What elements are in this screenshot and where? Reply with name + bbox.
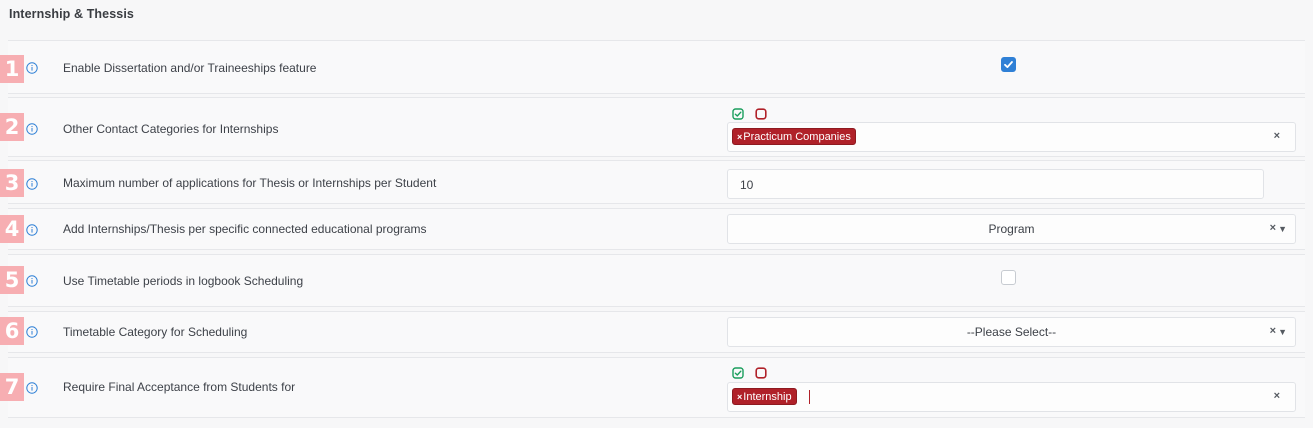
selected-tag[interactable]: ×Internship bbox=[732, 388, 797, 405]
internship-thesis-settings-panel: Internship & Thessis 1 Enable Dissertati… bbox=[0, 0, 1313, 428]
setting-label: Use Timetable periods in logbook Schedul… bbox=[63, 274, 304, 288]
row-number-badge: 2 bbox=[0, 113, 24, 141]
text-cursor bbox=[809, 390, 810, 404]
program-select[interactable]: Program × ▼ bbox=[727, 214, 1296, 244]
setting-label: Timetable Category for Scheduling bbox=[63, 325, 248, 339]
info-icon[interactable] bbox=[26, 325, 38, 338]
setting-row-educational-programs: 4 Add Internships/Thesis per specific co… bbox=[0, 208, 1305, 250]
selected-value: Program bbox=[988, 222, 1035, 236]
enable-dissertation-checkbox[interactable] bbox=[1001, 57, 1016, 72]
deselect-all-icon[interactable] bbox=[755, 366, 768, 379]
chevron-down-icon[interactable]: ▼ bbox=[1278, 327, 1287, 337]
row-number-badge: 3 bbox=[0, 169, 24, 197]
checkmark-icon bbox=[1004, 61, 1013, 68]
max-applications-input[interactable]: 10 bbox=[727, 169, 1264, 199]
clear-icon[interactable]: × bbox=[1274, 390, 1280, 402]
other-contact-categories-multiselect[interactable]: ×Practicum Companies × bbox=[727, 122, 1296, 152]
tag-remove-icon[interactable]: × bbox=[737, 132, 742, 142]
info-icon[interactable] bbox=[26, 177, 38, 190]
select-all-icon[interactable] bbox=[732, 107, 744, 120]
input-value: 10 bbox=[740, 178, 754, 192]
setting-label: Maximum number of applications for Thesi… bbox=[63, 176, 437, 190]
timetable-periods-checkbox[interactable] bbox=[1001, 270, 1016, 285]
tag-remove-icon[interactable]: × bbox=[737, 392, 742, 402]
setting-row-timetable-category: 6 Timetable Category for Scheduling --Pl… bbox=[0, 311, 1305, 353]
row-number-badge: 1 bbox=[0, 55, 24, 83]
selected-value: --Please Select-- bbox=[966, 325, 1057, 339]
row-number-badge: 4 bbox=[0, 215, 24, 243]
setting-row-max-applications: 3 Maximum number of applications for The… bbox=[0, 160, 1305, 204]
setting-label: Other Contact Categories for Internships bbox=[63, 122, 279, 136]
tag-label: Practicum Companies bbox=[743, 131, 851, 143]
setting-row-enable-dissertation: 1 Enable Dissertation and/or Traineeship… bbox=[0, 40, 1305, 94]
final-acceptance-multiselect[interactable]: ×Internship × bbox=[727, 382, 1296, 412]
deselect-all-icon[interactable] bbox=[755, 107, 768, 120]
chevron-down-icon[interactable]: ▼ bbox=[1278, 224, 1287, 234]
row-number-badge: 7 bbox=[0, 373, 24, 401]
select-all-icon[interactable] bbox=[732, 366, 744, 379]
section-title: Internship & Thessis bbox=[9, 7, 134, 21]
row-number-badge: 5 bbox=[0, 266, 24, 294]
timetable-category-select[interactable]: --Please Select-- × ▼ bbox=[727, 317, 1296, 347]
info-icon[interactable] bbox=[26, 381, 38, 394]
selected-tag[interactable]: ×Practicum Companies bbox=[732, 128, 856, 145]
clear-icon[interactable]: × bbox=[1270, 325, 1276, 337]
clear-icon[interactable]: × bbox=[1270, 222, 1276, 234]
setting-row-final-acceptance: 7 Require Final Acceptance from Students… bbox=[0, 357, 1305, 418]
multiselect-actions bbox=[732, 107, 774, 121]
setting-row-timetable-periods: 5 Use Timetable periods in logbook Sched… bbox=[0, 254, 1305, 307]
info-icon[interactable] bbox=[26, 223, 38, 236]
multiselect-actions bbox=[732, 366, 774, 380]
setting-label: Add Internships/Thesis per specific conn… bbox=[63, 222, 427, 236]
clear-icon[interactable]: × bbox=[1274, 130, 1280, 142]
setting-label: Enable Dissertation and/or Traineeships … bbox=[63, 61, 317, 75]
info-icon[interactable] bbox=[26, 274, 38, 287]
tag-label: Internship bbox=[743, 391, 792, 403]
setting-row-other-contact-categories: 2 Other Contact Categories for Internshi… bbox=[0, 97, 1305, 157]
info-icon[interactable] bbox=[26, 122, 38, 135]
row-number-badge: 6 bbox=[0, 317, 24, 345]
info-icon[interactable] bbox=[26, 61, 38, 74]
setting-label: Require Final Acceptance from Students f… bbox=[63, 380, 296, 394]
